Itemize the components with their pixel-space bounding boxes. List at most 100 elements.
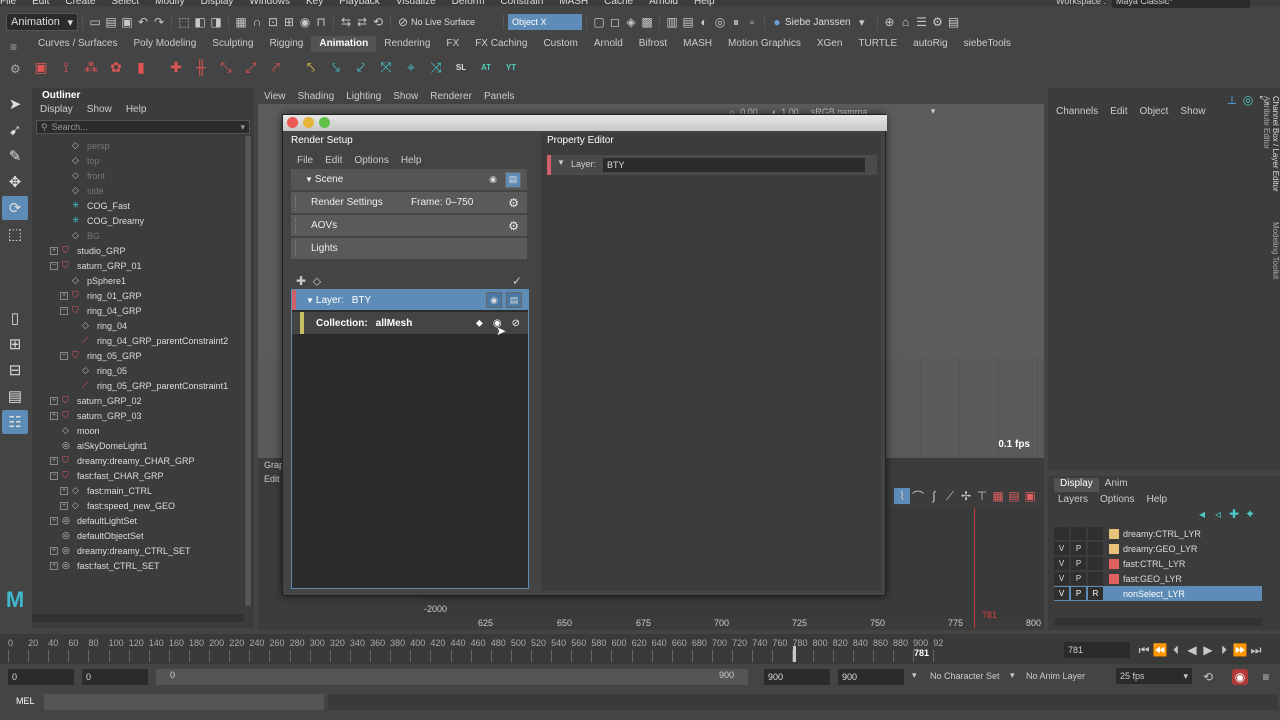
outliner-item[interactable]: ◎ aiSkyDomeLight1 <box>32 438 254 453</box>
script-yt-icon[interactable]: YT <box>500 56 522 78</box>
collapse-icon[interactable]: − <box>60 306 68 315</box>
graph-layout-icon[interactable]: ☷ <box>2 410 28 434</box>
drag-grip[interactable] <box>295 218 298 233</box>
shelf-tab-bifrost[interactable]: Bifrost <box>631 36 675 52</box>
display-layer-row[interactable]: dreamy:CTRL_LYR <box>1054 526 1262 541</box>
loop-icon[interactable]: ⟲ <box>1200 669 1216 685</box>
auto-key-icon[interactable]: ◉ <box>1232 669 1248 685</box>
curve-swap-icon[interactable]: ▤ <box>1006 488 1022 504</box>
expand-icon[interactable]: + <box>50 456 58 465</box>
two-pane-icon[interactable]: ⊟ <box>2 358 28 382</box>
aim-constraint-icon[interactable]: ⤧ <box>375 56 397 78</box>
ik-spline-icon[interactable]: ⤡ <box>215 56 237 78</box>
rs-menu-help[interactable]: Help <box>401 155 422 166</box>
select-component-icon[interactable]: ◨ <box>208 14 224 30</box>
shelf-tab-xgen[interactable]: XGen <box>809 36 851 52</box>
attribute-editor-icon[interactable]: ☰ <box>914 14 930 30</box>
open-scene-icon[interactable]: ▤ <box>103 14 119 30</box>
outliner-item[interactable]: ◎ defaultObjectSet <box>32 528 254 543</box>
layer-color-swatch[interactable] <box>1109 528 1119 539</box>
stop-icon[interactable]: ▫ <box>744 14 760 30</box>
outliner-item[interactable]: ◇ side <box>32 183 254 198</box>
orient-constraint-icon[interactable]: ⤦ <box>350 56 372 78</box>
display-layer-row[interactable]: V Pdreamy:GEO_LYR <box>1054 541 1262 556</box>
layer-toggle-v[interactable] <box>1054 527 1069 540</box>
step-back-key-icon[interactable]: ⏪ <box>1152 642 1168 658</box>
expand-icon[interactable]: + <box>50 411 58 420</box>
paint-select-icon[interactable]: ✎ <box>2 144 28 168</box>
step-tangent-icon[interactable]: ⊤ <box>974 488 990 504</box>
select-tool-icon[interactable]: ➤ <box>2 92 28 116</box>
go-to-end-icon[interactable]: ⏭ <box>1248 642 1264 658</box>
viewport-menu-show[interactable]: Show <box>393 91 418 102</box>
move-layer-up-icon[interactable]: ◂ <box>1194 506 1210 522</box>
save-scene-icon[interactable]: ▣ <box>119 14 135 30</box>
outliner-item[interactable]: + ◎ fast:fast_CTRL_SET <box>32 558 254 573</box>
command-language-toggle[interactable]: MEL <box>16 696 35 706</box>
rs-menu-edit[interactable]: Edit <box>325 155 342 166</box>
display-layer-row[interactable]: V Pfast:GEO_LYR <box>1054 571 1262 586</box>
side-tab-modeling-toolkit[interactable]: Modeling Toolkit <box>1271 222 1280 279</box>
magnet-icon[interactable]: ⊓ <box>313 14 329 30</box>
script-sl-icon[interactable]: SL <box>450 56 472 78</box>
render-frame-icon[interactable]: ◻ <box>607 14 623 30</box>
layer-toggle-r[interactable] <box>1088 557 1103 570</box>
outliner-item[interactable]: ✳ COG_Dreamy <box>32 213 254 228</box>
outliner-vscrollbar[interactable] <box>244 136 252 606</box>
outliner-item[interactable]: − ⛉ ring_05_GRP <box>32 348 254 363</box>
outliner-item[interactable]: + ◇ fast:main_CTRL <box>32 483 254 498</box>
layer-toggle-v[interactable]: V <box>1054 572 1069 585</box>
layer-color-swatch[interactable] <box>1109 558 1119 569</box>
shelf-tab-autorig[interactable]: autoRig <box>905 36 955 52</box>
flat-tangent-icon[interactable]: ✢ <box>958 488 974 504</box>
visibility-eye-icon[interactable]: ◉ <box>485 172 501 188</box>
command-input[interactable] <box>44 694 324 710</box>
scale-tool-icon[interactable]: ⬚ <box>2 222 28 246</box>
rs-menu-file[interactable]: File <box>297 155 313 166</box>
layer-hscrollbar[interactable] <box>1054 618 1262 626</box>
shelf-tab-custom[interactable]: Custom <box>535 36 585 52</box>
spline-tangent-icon[interactable]: ⌒ <box>910 488 926 504</box>
graph-menu-edit[interactable]: Edit <box>264 474 280 484</box>
hypershade-icon[interactable]: ▥ <box>664 14 680 30</box>
anim-layer-dropdown[interactable]: No Anim Layer <box>1026 671 1085 681</box>
outliner-item[interactable]: ◇ BG <box>32 228 254 243</box>
ik-handle-icon[interactable]: ╫ <box>190 56 212 78</box>
render-view-icon[interactable]: ▢ <box>591 14 607 30</box>
viewport-menu-renderer[interactable]: Renderer <box>430 91 472 102</box>
point-constraint-icon[interactable]: ⤥ <box>325 56 347 78</box>
modeling-toolkit-icon[interactable]: ⊕ <box>882 14 898 30</box>
render-settings-icon[interactable]: ▩ <box>639 14 655 30</box>
lasso-tool-icon[interactable]: ➹ <box>2 118 28 142</box>
lights-row[interactable]: Lights <box>291 238 527 259</box>
scene-row[interactable]: ▼ Scene ◉ ▤ <box>291 169 527 190</box>
channel-menu-channels[interactable]: Channels <box>1056 106 1098 117</box>
channel-box-icon[interactable]: ▤ <box>946 14 962 30</box>
gear-icon[interactable]: ⚙ <box>508 219 519 233</box>
shelf-tab-arnold[interactable]: Arnold <box>586 36 631 52</box>
pole-vector-icon[interactable]: ⤨ <box>425 56 447 78</box>
gear-icon[interactable]: ⚙ <box>508 196 519 210</box>
anim-prefs-icon[interactable]: ≡ <box>1258 669 1274 685</box>
layer-color-swatch[interactable] <box>1109 588 1119 599</box>
play-forwards-icon[interactable]: ▶ <box>1200 642 1216 658</box>
scrollbar-thumb[interactable] <box>245 136 251 606</box>
display-layer-row[interactable]: V Pfast:CTRL_LYR <box>1054 556 1262 571</box>
create-layer-icon[interactable]: ✚ <box>293 273 309 289</box>
channel-menu-edit[interactable]: Edit <box>1110 106 1127 117</box>
symmetry-dropdown[interactable]: Object X <box>508 14 582 30</box>
collapse-triangle-icon[interactable]: ▼ <box>305 175 313 184</box>
layer-menu-help[interactable]: Help <box>1146 494 1167 505</box>
render-setup-icon[interactable]: ▤ <box>680 14 696 30</box>
layer-toggle-r[interactable] <box>1088 572 1103 585</box>
viewport-menu-panels[interactable]: Panels <box>484 91 515 102</box>
go-to-start-icon[interactable]: ⏮ <box>1136 642 1152 658</box>
collapse-icon[interactable]: − <box>50 261 58 270</box>
render-layer-icon[interactable]: ▤ <box>505 171 521 188</box>
outliner-item[interactable]: + ⛉ ring_01_GRP <box>32 288 254 303</box>
display-layer-row[interactable]: V P RnonSelect_LYR <box>1054 586 1262 601</box>
channel-pin-icon[interactable]: ⊥ <box>1224 92 1240 108</box>
outliner-item[interactable]: + ⛉ saturn_GRP_03 <box>32 408 254 423</box>
channel-menu-show[interactable]: Show <box>1180 106 1205 117</box>
ipr-render-icon[interactable]: ◈ <box>623 14 639 30</box>
